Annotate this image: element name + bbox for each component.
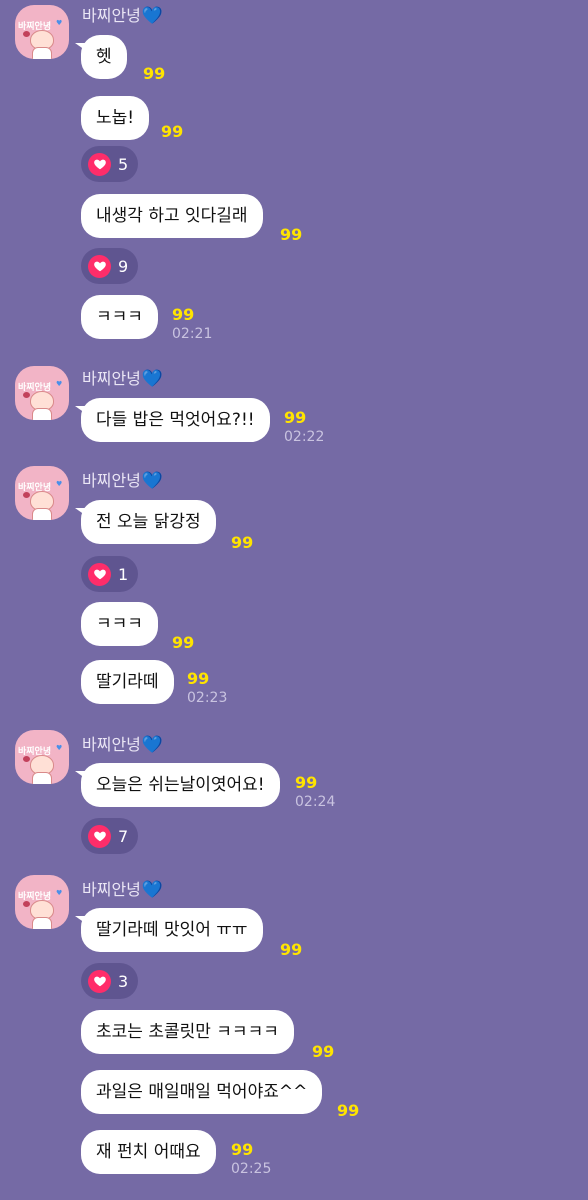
blue-heart-icon: 💙 <box>141 471 164 491</box>
message-text: 과일은 매일매일 먹어야죠^^ <box>96 1082 308 1102</box>
avatar-body-icon <box>32 408 52 420</box>
unread-count: 99 <box>280 225 303 244</box>
message-bubble[interactable]: 과일은 매일매일 먹어야죠^^ <box>81 1070 323 1114</box>
avatar-bow-icon <box>23 756 30 762</box>
avatar-heart-icon: ♥ <box>56 744 63 752</box>
chat-room: 바찌안녕 ♥ 바찌안녕💙 헷 99 노놉! 99 5 내생각 하고 잇다길래 9… <box>0 0 588 1200</box>
unread-count: 99 <box>231 1140 254 1159</box>
avatar-bow-icon <box>23 31 30 37</box>
message-text: 재 펀치 어때요 <box>96 1142 201 1162</box>
avatar-body-icon <box>32 508 52 520</box>
avatar-body-icon <box>32 47 52 59</box>
sender-name-text: 바찌안녕 <box>82 471 141 490</box>
heart-icon <box>88 254 111 278</box>
sender-name-text: 바찌안녕 <box>82 735 141 754</box>
message-time: 02:25 <box>231 1161 272 1177</box>
message-bubble[interactable]: 딸기라떼 <box>81 660 174 704</box>
reaction-badge[interactable]: 1 <box>81 556 139 592</box>
reaction-badge[interactable]: 5 <box>81 146 139 182</box>
message-time: 02:22 <box>284 429 325 445</box>
message-text: 노놉! <box>96 108 135 128</box>
message-text: 내생각 하고 잇다길래 <box>96 206 248 226</box>
unread-count: 99 <box>161 122 184 141</box>
message-bubble[interactable]: ㅋㅋㅋ <box>81 602 158 646</box>
avatar-body-icon <box>32 772 52 784</box>
message-text: 헷 <box>96 47 112 67</box>
avatar-heart-icon: ♥ <box>56 19 63 27</box>
message-bubble[interactable]: 다들 밥은 먹엇어요?!! <box>75 398 270 442</box>
avatar-heart-icon: ♥ <box>56 380 63 388</box>
message-time: 02:21 <box>172 326 213 342</box>
message-text: 딸기라떼 맛잇어 ㅠㅠ <box>96 920 248 940</box>
sender-name-text: 바찌안녕 <box>82 880 141 899</box>
heart-icon <box>88 152 111 176</box>
sender-name: 바찌안녕💙 <box>82 467 163 491</box>
blue-heart-icon: 💙 <box>141 369 164 389</box>
sender-name: 바찌안녕💙 <box>82 2 163 26</box>
heart-icon <box>88 562 111 586</box>
sender-name: 바찌안녕💙 <box>82 876 163 900</box>
unread-count: 99 <box>143 64 166 83</box>
avatar-bow-icon <box>23 492 30 498</box>
unread-count: 99 <box>312 1042 335 1061</box>
reaction-count: 5 <box>118 154 129 174</box>
message-bubble[interactable]: 재 펀치 어때요 <box>81 1130 216 1174</box>
unread-count: 99 <box>172 633 195 652</box>
unread-count: 99 <box>231 533 254 552</box>
reaction-badge[interactable]: 9 <box>81 248 139 284</box>
sender-name-text: 바찌안녕 <box>82 369 141 388</box>
unread-count: 99 <box>187 669 210 688</box>
message-bubble[interactable]: 전 오늘 닭강정 <box>75 500 216 544</box>
message-text: ㅋㅋㅋ <box>96 614 143 634</box>
sender-avatar[interactable]: 바찌안녕 ♥ <box>15 466 69 520</box>
reaction-count: 7 <box>118 826 129 846</box>
unread-count: 99 <box>295 773 318 792</box>
reaction-count: 3 <box>118 971 129 991</box>
message-time: 02:24 <box>295 794 336 810</box>
sender-avatar[interactable]: 바찌안녕 ♥ <box>15 730 69 784</box>
reaction-count: 1 <box>118 564 129 584</box>
message-text: 딸기라떼 <box>96 672 159 692</box>
sender-avatar[interactable]: 바찌안녕 ♥ <box>15 875 69 929</box>
sender-name: 바찌안녕💙 <box>82 731 163 755</box>
sender-name-text: 바찌안녕 <box>82 6 141 25</box>
heart-icon <box>88 969 111 993</box>
reaction-count: 9 <box>118 256 129 276</box>
message-bubble[interactable]: ㅋㅋㅋ <box>81 295 158 339</box>
reaction-badge[interactable]: 3 <box>81 963 139 999</box>
message-bubble[interactable]: 오늘은 쉬는날이엿어요! <box>75 763 280 807</box>
avatar-bow-icon <box>23 901 30 907</box>
blue-heart-icon: 💙 <box>141 880 164 900</box>
sender-avatar[interactable]: 바찌안녕 ♥ <box>15 366 69 420</box>
avatar-body-icon <box>32 917 52 929</box>
blue-heart-icon: 💙 <box>141 735 164 755</box>
message-bubble[interactable]: 초코는 초콜릿만 ㅋㅋㅋㅋ <box>81 1010 294 1054</box>
reaction-badge[interactable]: 7 <box>81 818 139 854</box>
sender-name: 바찌안녕💙 <box>82 365 163 389</box>
avatar-heart-icon: ♥ <box>56 889 63 897</box>
sender-avatar[interactable]: 바찌안녕 ♥ <box>15 5 69 59</box>
avatar-heart-icon: ♥ <box>56 480 63 488</box>
message-bubble[interactable]: 딸기라떼 맛잇어 ㅠㅠ <box>75 908 263 952</box>
blue-heart-icon: 💙 <box>141 6 164 26</box>
message-text: 오늘은 쉬는날이엿어요! <box>96 775 265 795</box>
unread-count: 99 <box>337 1101 360 1120</box>
unread-count: 99 <box>284 408 307 427</box>
unread-count: 99 <box>280 940 303 959</box>
message-time: 02:23 <box>187 690 228 706</box>
message-bubble[interactable]: 헷 <box>75 35 127 79</box>
avatar-bow-icon <box>23 392 30 398</box>
unread-count: 99 <box>172 305 195 324</box>
message-text: 초코는 초콜릿만 ㅋㅋㅋㅋ <box>96 1022 279 1042</box>
message-text: 다들 밥은 먹엇어요?!! <box>96 410 255 430</box>
message-text: 전 오늘 닭강정 <box>96 512 201 532</box>
heart-icon <box>88 824 111 848</box>
message-bubble[interactable]: 노놉! <box>81 96 150 140</box>
message-bubble[interactable]: 내생각 하고 잇다길래 <box>81 194 263 238</box>
message-text: ㅋㅋㅋ <box>96 307 143 327</box>
